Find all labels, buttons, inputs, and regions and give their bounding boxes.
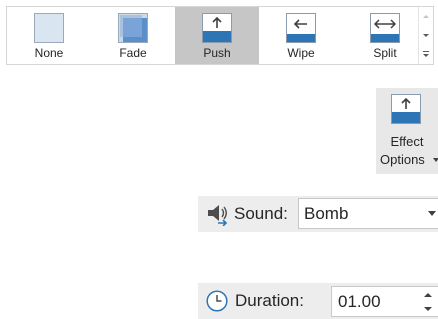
transition-none-label: None	[34, 46, 64, 60]
duration-spinner[interactable]: 01.00	[331, 286, 438, 317]
duration-row: Duration: 01.00	[198, 283, 438, 319]
scroll-down-icon[interactable]	[419, 26, 433, 45]
transition-split[interactable]: Split	[343, 7, 427, 64]
clock-icon	[206, 290, 228, 312]
duration-label: Duration:	[235, 291, 304, 310]
fade-transition-icon	[118, 13, 148, 43]
gallery-scrollbar	[418, 7, 433, 64]
effect-options-label-line1: Effect	[390, 134, 424, 149]
spin-up-icon[interactable]	[423, 292, 433, 298]
none-transition-icon	[34, 13, 64, 43]
transition-fade-label: Fade	[119, 46, 147, 60]
transition-wipe-label: Wipe	[287, 46, 315, 60]
transition-none[interactable]: None	[7, 7, 91, 64]
sound-row: Sound: Bomb	[198, 196, 438, 232]
push-transition-icon	[202, 13, 232, 43]
sound-label: Sound:	[234, 204, 288, 223]
sound-dropdown[interactable]: Bomb	[298, 198, 438, 229]
split-transition-icon	[370, 13, 400, 43]
effect-options-button[interactable]: Effect Options	[376, 88, 438, 174]
scroll-up-icon[interactable]	[419, 7, 433, 26]
chevron-down-icon	[433, 158, 438, 162]
sound-value: Bomb	[304, 204, 349, 223]
effect-options-label-line2: Options	[380, 152, 425, 167]
push-from-bottom-icon	[391, 94, 421, 124]
transition-gallery: None Fade Push Wipe Split	[6, 6, 434, 65]
duration-value: 01.00	[338, 292, 381, 311]
dropdown-arrow-icon[interactable]	[428, 211, 436, 216]
spin-down-icon[interactable]	[423, 306, 433, 312]
more-gallery-icon[interactable]	[419, 45, 433, 64]
transition-split-label: Split	[373, 46, 397, 60]
wipe-transition-icon	[286, 13, 316, 43]
transition-push[interactable]: Push	[175, 7, 259, 64]
transition-wipe[interactable]: Wipe	[259, 7, 343, 64]
speaker-icon	[208, 205, 228, 226]
transition-fade[interactable]: Fade	[91, 7, 175, 64]
transition-push-label: Push	[203, 46, 231, 60]
